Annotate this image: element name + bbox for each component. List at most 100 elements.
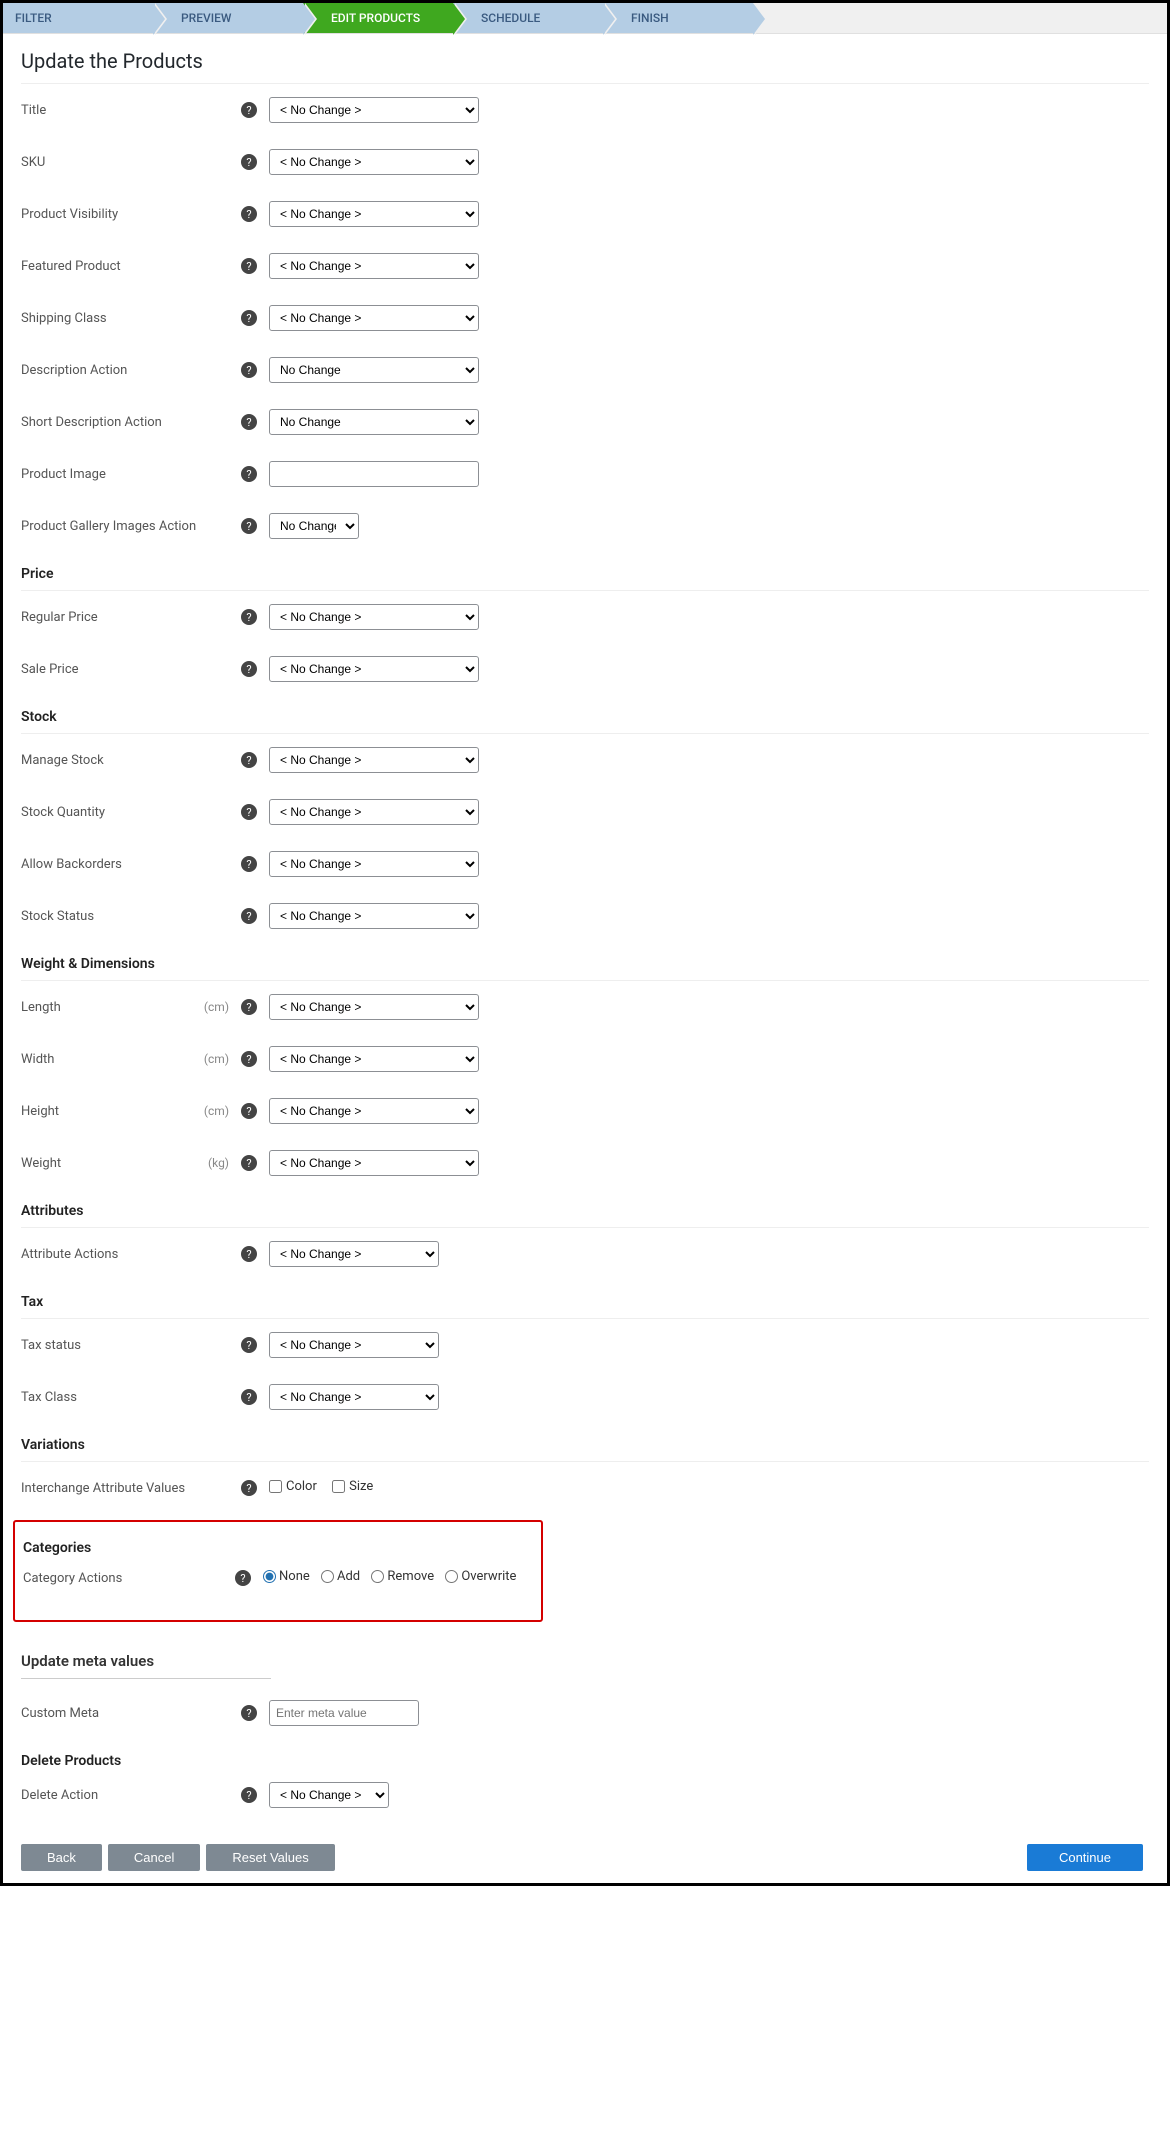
- section-dimensions: Weight & Dimensions: [21, 942, 1149, 981]
- help-icon[interactable]: ?: [235, 1570, 251, 1586]
- help-icon[interactable]: ?: [241, 466, 257, 482]
- help-icon[interactable]: ?: [241, 206, 257, 222]
- help-icon[interactable]: ?: [241, 752, 257, 768]
- help-icon[interactable]: ?: [241, 1051, 257, 1067]
- help-icon[interactable]: ?: [241, 1787, 257, 1803]
- select-shipping[interactable]: < No Change >: [269, 305, 479, 331]
- reset-button[interactable]: Reset Values: [206, 1844, 334, 1871]
- label-stock-qty: Stock Quantity: [21, 805, 105, 820]
- help-icon[interactable]: ?: [241, 1246, 257, 1262]
- radio-remove[interactable]: [371, 1570, 384, 1583]
- back-button[interactable]: Back: [21, 1844, 102, 1871]
- section-meta: Update meta values: [21, 1632, 1149, 1678]
- help-icon[interactable]: ?: [241, 1389, 257, 1405]
- help-icon[interactable]: ?: [241, 1337, 257, 1353]
- check-size[interactable]: [332, 1480, 345, 1493]
- help-icon[interactable]: ?: [241, 908, 257, 924]
- help-icon[interactable]: ?: [241, 609, 257, 625]
- label-image: Product Image: [21, 467, 106, 482]
- select-delete-action[interactable]: < No Change >: [269, 1782, 389, 1808]
- help-icon[interactable]: ?: [241, 804, 257, 820]
- label-sale-price: Sale Price: [21, 662, 79, 677]
- step-preview[interactable]: PREVIEW: [153, 3, 303, 33]
- help-icon[interactable]: ?: [241, 1155, 257, 1171]
- help-icon[interactable]: ?: [241, 1705, 257, 1721]
- radio-overwrite[interactable]: [445, 1570, 458, 1583]
- label-height: Height: [21, 1104, 59, 1119]
- wizard-stepper: FILTER PREVIEW EDIT PRODUCTS SCHEDULE FI…: [3, 3, 1167, 34]
- select-sku[interactable]: < No Change >: [269, 149, 479, 175]
- radio-none[interactable]: [263, 1570, 276, 1583]
- radio-overwrite-label[interactable]: Overwrite: [445, 1569, 516, 1584]
- select-regular-price[interactable]: < No Change >: [269, 604, 479, 630]
- select-description[interactable]: No Change: [269, 357, 479, 383]
- radio-add-label[interactable]: Add: [321, 1569, 360, 1584]
- select-gallery[interactable]: No Change: [269, 513, 359, 539]
- help-icon[interactable]: ?: [241, 999, 257, 1015]
- step-filter[interactable]: FILTER: [3, 3, 153, 33]
- select-featured[interactable]: < No Change >: [269, 253, 479, 279]
- label-shipping: Shipping Class: [21, 311, 107, 326]
- select-manage-stock[interactable]: < No Change >: [269, 747, 479, 773]
- label-width: Width: [21, 1052, 54, 1067]
- help-icon[interactable]: ?: [241, 661, 257, 677]
- label-manage-stock: Manage Stock: [21, 753, 104, 768]
- radio-add[interactable]: [321, 1570, 334, 1583]
- select-visibility[interactable]: < No Change >: [269, 201, 479, 227]
- select-tax-status[interactable]: < No Change >: [269, 1332, 439, 1358]
- label-title: Title: [21, 103, 46, 118]
- help-icon[interactable]: ?: [241, 414, 257, 430]
- check-color-label[interactable]: Color: [269, 1479, 317, 1494]
- help-icon[interactable]: ?: [241, 102, 257, 118]
- section-variations: Variations: [21, 1423, 1149, 1462]
- check-color[interactable]: [269, 1480, 282, 1493]
- input-custom-meta[interactable]: [269, 1700, 419, 1726]
- section-price: Price: [21, 552, 1149, 591]
- unit-cm: (cm): [204, 1104, 229, 1118]
- select-weight[interactable]: < No Change >: [269, 1150, 479, 1176]
- radio-remove-label[interactable]: Remove: [371, 1569, 434, 1584]
- help-icon[interactable]: ?: [241, 310, 257, 326]
- label-delete-action: Delete Action: [21, 1788, 98, 1803]
- label-regular-price: Regular Price: [21, 610, 98, 625]
- select-width[interactable]: < No Change >: [269, 1046, 479, 1072]
- select-stock-qty[interactable]: < No Change >: [269, 799, 479, 825]
- help-icon[interactable]: ?: [241, 1103, 257, 1119]
- select-shortdesc[interactable]: No Change: [269, 409, 479, 435]
- radio-none-label[interactable]: None: [263, 1569, 310, 1584]
- label-description: Description Action: [21, 363, 127, 378]
- help-icon[interactable]: ?: [241, 518, 257, 534]
- category-radio-set: None Add Remove Overwrite: [263, 1569, 524, 1587]
- select-length[interactable]: < No Change >: [269, 994, 479, 1020]
- step-edit-products[interactable]: EDIT PRODUCTS: [303, 3, 453, 33]
- help-icon[interactable]: ?: [241, 362, 257, 378]
- section-stock: Stock: [21, 695, 1149, 734]
- select-sale-price[interactable]: < No Change >: [269, 656, 479, 682]
- form-container: Update the Products Title?< No Change > …: [3, 34, 1167, 1836]
- help-icon[interactable]: ?: [241, 258, 257, 274]
- label-category-actions: Category Actions: [23, 1571, 122, 1586]
- continue-button[interactable]: Continue: [1027, 1844, 1143, 1871]
- unit-kg: (kg): [208, 1156, 229, 1170]
- label-length: Length: [21, 1000, 61, 1015]
- cancel-button[interactable]: Cancel: [108, 1844, 200, 1871]
- select-tax-class[interactable]: < No Change >: [269, 1384, 439, 1410]
- help-icon[interactable]: ?: [241, 1480, 257, 1496]
- section-tax: Tax: [21, 1280, 1149, 1319]
- step-schedule[interactable]: SCHEDULE: [453, 3, 603, 33]
- unit-cm: (cm): [204, 1000, 229, 1014]
- select-stock-status[interactable]: < No Change >: [269, 903, 479, 929]
- select-height[interactable]: < No Change >: [269, 1098, 479, 1124]
- check-size-label[interactable]: Size: [332, 1479, 373, 1494]
- variation-checkboxes: Color Size: [269, 1479, 385, 1497]
- help-icon[interactable]: ?: [241, 154, 257, 170]
- label-stock-status: Stock Status: [21, 909, 94, 924]
- help-icon[interactable]: ?: [241, 856, 257, 872]
- select-attr-actions[interactable]: < No Change >: [269, 1241, 439, 1267]
- select-backorders[interactable]: < No Change >: [269, 851, 479, 877]
- input-image[interactable]: [269, 461, 479, 487]
- select-title[interactable]: < No Change >: [269, 97, 479, 123]
- label-backorders: Allow Backorders: [21, 857, 122, 872]
- step-finish[interactable]: FINISH: [603, 3, 753, 33]
- label-gallery: Product Gallery Images Action: [21, 519, 196, 534]
